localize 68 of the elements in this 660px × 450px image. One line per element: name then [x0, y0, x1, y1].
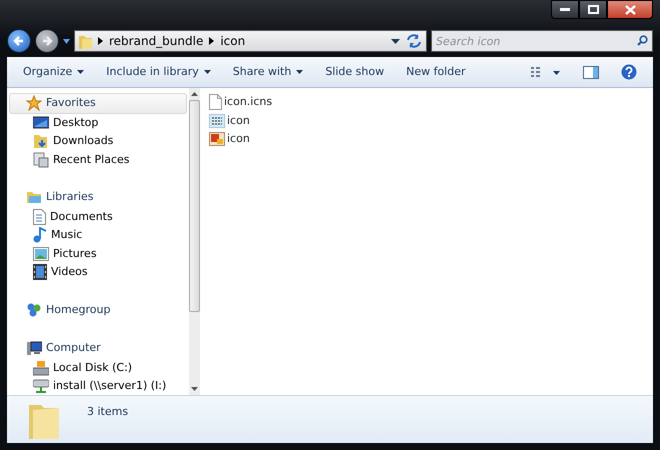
nav-item[interactable]: Documents [7, 208, 189, 226]
close-button[interactable] [607, 0, 653, 19]
breadcrumb[interactable]: icon [220, 32, 246, 50]
file-item[interactable]: icon.icns [209, 93, 639, 112]
nav-item[interactable]: Desktop [7, 114, 189, 132]
dropdown-caret-icon [391, 38, 400, 44]
breadcrumb-arrow-icon [209, 37, 214, 45]
refresh-icon [406, 34, 422, 48]
search-field[interactable]: Search icon [431, 30, 653, 52]
scrollbar[interactable] [189, 88, 200, 395]
history-caret-icon[interactable] [63, 38, 70, 44]
search-icon [637, 35, 648, 46]
address-field[interactable]: rebrand_bundle icon [74, 30, 427, 52]
toolbar-button[interactable]: New folder [398, 62, 474, 82]
caret-icon [296, 70, 304, 74]
help-icon [621, 64, 637, 80]
nav-item[interactable]: Recent Places [7, 150, 189, 169]
star-icon [26, 95, 42, 112]
nav-group-header[interactable]: Computer [9, 338, 187, 358]
toolbar-button[interactable]: Share with [224, 62, 312, 82]
nav-group-header[interactable]: Favorites [9, 93, 187, 114]
picture-icon [33, 246, 49, 261]
folder-icon [79, 34, 92, 48]
library-icon [26, 190, 42, 204]
nav-item[interactable]: Pictures [7, 244, 189, 263]
caret-icon [204, 70, 211, 74]
nav-item[interactable]: Videos [7, 263, 189, 282]
scroll-down-icon[interactable] [191, 387, 198, 391]
nav-item[interactable]: Downloads [7, 132, 189, 150]
toolbar-button[interactable]: Organize [15, 62, 92, 82]
nav-group-header[interactable]: Libraries [9, 187, 187, 208]
nav-item[interactable]: install (\\server1) (I:) [7, 377, 189, 396]
film-icon [33, 264, 47, 280]
breadcrumb-arrow-icon [98, 37, 103, 45]
pane-icon [583, 66, 599, 78]
file-item[interactable]: icon [209, 112, 639, 130]
maximize-icon [588, 5, 598, 14]
scroll-up-icon[interactable] [191, 92, 198, 96]
breadcrumb[interactable]: rebrand_bundle [109, 32, 204, 50]
picture-file-icon [209, 132, 225, 146]
nav-item[interactable]: Local Disk (C:) [7, 358, 189, 377]
people-icon [26, 302, 42, 318]
hard-drive-icon [33, 360, 49, 376]
view-list-icon [531, 66, 561, 78]
forward-button[interactable] [35, 29, 59, 53]
music-note-icon [33, 227, 47, 244]
computer-icon [26, 340, 42, 356]
item-count: 3 items [87, 404, 128, 420]
document-icon [33, 208, 46, 225]
recent-places-icon [33, 152, 49, 168]
network-drive-icon [33, 378, 49, 394]
image-file-icon [209, 114, 225, 128]
file-item[interactable]: icon [209, 130, 639, 148]
right-arrow-icon [41, 35, 53, 47]
toolbar-button[interactable]: Slide show [317, 62, 392, 82]
back-button[interactable] [7, 29, 31, 53]
toolbar-button[interactable]: Include in library [98, 62, 219, 82]
minimize-button[interactable] [551, 0, 579, 19]
folder-download-icon [33, 133, 49, 150]
caret-icon [77, 70, 84, 74]
monitor-icon [33, 116, 49, 130]
blank-file-icon [209, 94, 222, 110]
left-arrow-icon [13, 35, 25, 47]
nav-group-header[interactable]: Homegroup [9, 300, 187, 320]
close-icon [624, 4, 636, 14]
minimize-icon [560, 8, 570, 12]
nav-item[interactable]: Music [7, 226, 189, 244]
maximize-button[interactable] [579, 0, 607, 19]
